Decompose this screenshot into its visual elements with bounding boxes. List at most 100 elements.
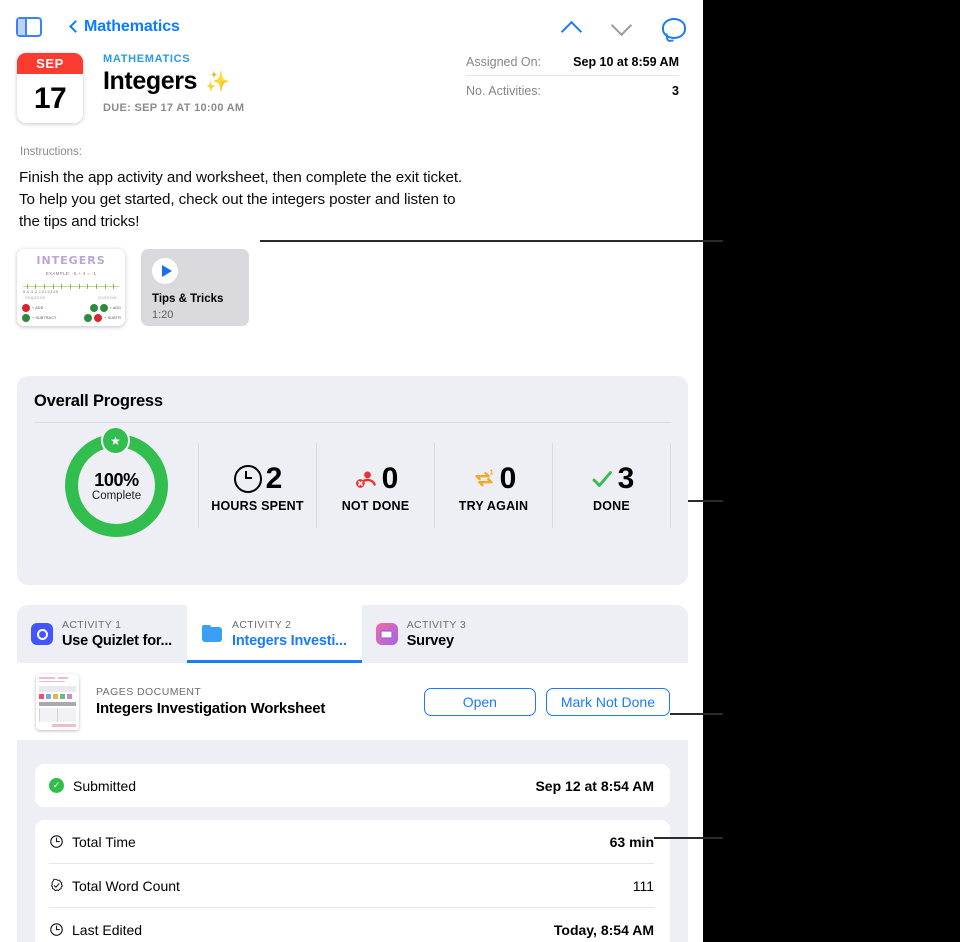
activity-name: Integers Investi... (232, 633, 347, 649)
negative-label: negative (25, 295, 46, 300)
poster-attachment-thumbnail[interactable]: INTEGERS EXAMPLE: -5 + 4 = -1 -5 -4 -3 -… (17, 249, 125, 326)
page-title: Integers (103, 67, 198, 95)
word-count-icon (49, 878, 64, 893)
poster-title: INTEGERS (36, 254, 106, 267)
submitted-date: Sep 12 at 8:54 AM (535, 777, 654, 794)
detail-row-word-count: Total Word Count 111 (49, 864, 654, 908)
document-kind: PAGES DOCUMENT (96, 686, 202, 698)
stat-value: 3 (617, 462, 635, 495)
back-button[interactable]: Mathematics (70, 16, 180, 38)
document-row: PAGES DOCUMENT Integers Investigation Wo… (17, 663, 688, 740)
open-button[interactable]: Open (423, 687, 536, 716)
poster-rules: + ADD + ADD + SUBTRACT + SUBTR (22, 303, 121, 323)
detail-value: Today, 8:54 AM (553, 921, 654, 938)
star-icon: ★ (101, 426, 130, 455)
document-name: Integers Investigation Worksheet (96, 700, 326, 717)
callout-line-progress (688, 500, 723, 502)
assignment-header: MATHEMATICS Integers ✨ DUE: SEP 17 AT 10… (103, 53, 244, 114)
back-button-label: Mathematics (84, 18, 180, 35)
check-icon (590, 467, 614, 491)
table-row: Assigned On: Sep 10 at 8:59 AM (466, 54, 679, 76)
due-date-text: DUE: SEP 17 AT 10:00 AM (103, 102, 245, 114)
not-done-icon (354, 467, 378, 491)
chevron-up-icon[interactable] (559, 14, 585, 40)
video-title: Tips & Tricks (152, 293, 224, 305)
stat-caption: DONE (593, 499, 630, 513)
stat-caption: TRY AGAIN (458, 499, 529, 513)
svg-text:1: 1 (489, 470, 493, 477)
number-line (23, 284, 119, 289)
play-icon[interactable] (152, 258, 178, 284)
activity-name: Use Quizlet for... (62, 633, 173, 649)
callout-line-total-time (654, 837, 723, 839)
chevron-down-icon[interactable] (609, 14, 635, 40)
stat-not-done: 0 NOT DONE (316, 443, 434, 528)
meta-value: Sep 10 at 8:59 AM (573, 55, 679, 69)
detail-value: 111 (632, 877, 654, 894)
sidebar-toggle-icon[interactable] (16, 17, 42, 37)
detail-row-last-edited: Last Edited Today, 8:54 AM (49, 908, 654, 942)
assignment-meta-table: Assigned On: Sep 10 at 8:59 AM No. Activ… (466, 54, 679, 104)
activity-number: ACTIVITY 2 (232, 619, 292, 631)
detail-row-total-time: Total Time 63 min (49, 820, 654, 864)
divider (34, 422, 671, 423)
meta-key: Assigned On: (466, 55, 542, 69)
calendar-date-badge: SEP 17 (17, 53, 83, 123)
stat-caption: HOURS SPENT (211, 499, 304, 513)
positive-label: positive (98, 295, 117, 300)
list-item: + ADD + ADD (22, 303, 121, 313)
nav-actions (559, 14, 686, 40)
course-name: MATHEMATICS (103, 53, 191, 65)
activity-tabs: ACTIVITY 1 Use Quizlet for... ACTIVITY 2… (17, 605, 688, 663)
document-thumbnail[interactable] (36, 673, 79, 730)
detail-label: Total Word Count (72, 877, 180, 894)
attachment-list: INTEGERS EXAMPLE: -5 + 4 = -1 -5 -4 -3 -… (17, 249, 249, 326)
meta-value: 3 (672, 84, 679, 98)
clock-icon (49, 834, 64, 849)
stat-value: 2 (265, 462, 283, 495)
survey-app-icon (375, 623, 398, 645)
meta-key: No. Activities: (466, 84, 542, 98)
calendar-month: SEP (17, 53, 83, 74)
clock-icon (233, 465, 262, 493)
mark-not-done-button[interactable]: Mark Not Done (545, 687, 670, 716)
callout-line-attachments (260, 240, 723, 242)
sparkles-icon: ✨ (205, 70, 230, 93)
clock-icon (49, 922, 64, 937)
instructions-body: Finish the app activity and worksheet, t… (19, 169, 463, 230)
stat-done: 3 DONE (552, 443, 671, 528)
submitted-status-row: ✓ Submitted Sep 12 at 8:54 AM (35, 764, 670, 807)
activity-name: Survey (406, 633, 454, 649)
try-again-icon: 1 (472, 467, 496, 491)
stat-value: 0 (381, 462, 399, 495)
submitted-label: Submitted (73, 777, 137, 794)
tab-activity-1[interactable]: ACTIVITY 1 Use Quizlet for... (17, 605, 187, 663)
activity-number: ACTIVITY 3 (406, 619, 467, 631)
stat-hours-spent: 2 HOURS SPENT (198, 443, 316, 528)
video-duration: 1:20 (152, 309, 174, 321)
video-attachment-thumbnail[interactable]: Tips & Tricks 1:20 (141, 249, 249, 326)
instructions-label: Instructions: (20, 146, 82, 158)
progress-sublabel: Complete (91, 490, 142, 502)
number-line-sign-labels: negative positive (25, 295, 117, 300)
stat-caption: NOT DONE (341, 499, 410, 513)
document-details-list: Total Time 63 min Total Word Count 111 L… (35, 820, 670, 942)
check-circle-icon: ✓ (49, 778, 64, 793)
quizlet-app-icon (31, 623, 53, 645)
overall-progress-card: Overall Progress 100% Complete ★ 2 HOURS… (17, 376, 688, 585)
progress-ring: 100% Complete ★ (65, 426, 168, 537)
stat-value: 0 (499, 462, 517, 495)
stat-try-again: 1 0 TRY AGAIN (434, 443, 552, 528)
overall-progress-heading: Overall Progress (34, 392, 163, 410)
calendar-day: 17 (33, 81, 67, 115)
folder-app-icon (201, 623, 223, 645)
table-row: No. Activities: 3 (466, 76, 679, 104)
detail-label: Total Time (72, 833, 136, 850)
assignment-detail-page: Mathematics SEP 17 MATHEMATICS Integers … (0, 0, 703, 942)
tab-activity-3[interactable]: ACTIVITY 3 Survey (362, 605, 481, 663)
poster-example: EXAMPLE: -5 + 4 = -1 (45, 271, 97, 276)
detail-label: Last Edited (72, 921, 143, 938)
list-item: + SUBTRACT + SUBTR (22, 313, 121, 323)
tab-activity-2[interactable]: ACTIVITY 2 Integers Investi... (187, 605, 362, 663)
comment-bubble-icon[interactable] (659, 14, 686, 40)
